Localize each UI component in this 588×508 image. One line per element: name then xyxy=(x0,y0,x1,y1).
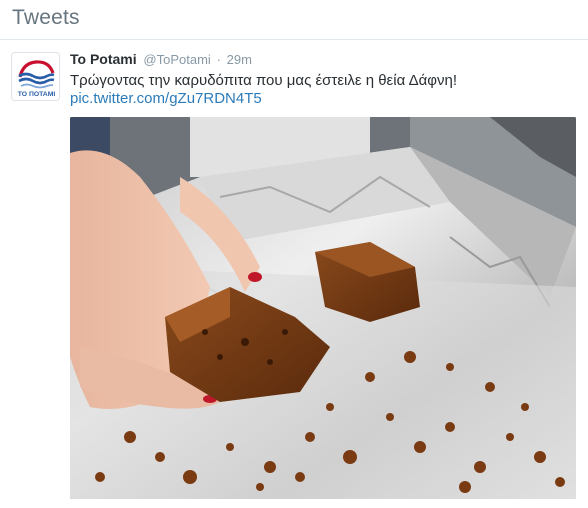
fullname[interactable]: To Potami xyxy=(70,51,137,67)
tweet-text: Τρώγοντας την καρυδόπιτα που μας έστειλε… xyxy=(70,72,458,89)
tweet-media-link[interactable]: pic.twitter.com/gZu7RDN4T5 xyxy=(70,89,262,109)
tweet-timestamp[interactable]: 29m xyxy=(227,52,252,67)
tweet-media-photo[interactable] xyxy=(70,117,576,499)
avatar[interactable]: ΤΟ ΠΟΤΑΜΙ xyxy=(11,52,60,101)
timeline-header: Tweets xyxy=(0,0,588,40)
to-potami-logo-icon: ΤΟ ΠΟΤΑΜΙ xyxy=(12,53,59,100)
tweet[interactable]: ΤΟ ΠΟΤΑΜΙ To Potami @ToPotami · 29m Τρώγ… xyxy=(0,41,588,508)
avatar-logo-text: ΤΟ ΠΟΤΑΜΙ xyxy=(18,91,56,98)
username[interactable]: @ToPotami xyxy=(143,52,210,67)
timeline-title: Tweets xyxy=(12,6,80,29)
cake-photo-illustration xyxy=(70,117,576,499)
separator-dot: · xyxy=(216,52,221,67)
tweet-header: To Potami @ToPotami · 29m xyxy=(70,51,252,67)
